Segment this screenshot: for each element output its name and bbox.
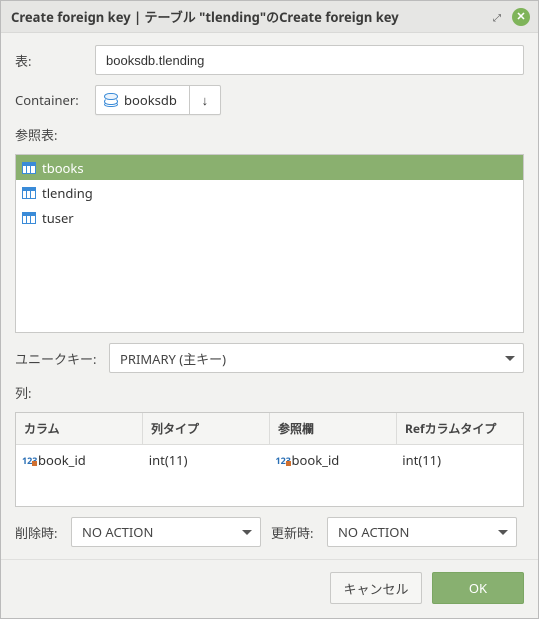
container-name: booksdb — [124, 91, 177, 109]
container-row: Container: booksdb ↓ — [15, 85, 524, 115]
dialog-footer: キャンセル OK — [1, 559, 538, 618]
th-column-type[interactable]: 列タイプ — [143, 413, 270, 444]
number-type-icon: 123 — [22, 456, 36, 465]
on-delete-value: NO ACTION — [82, 523, 153, 541]
table-icon — [22, 187, 36, 199]
label-columns: 列: — [15, 383, 524, 402]
th-ref-column-type[interactable]: Refカラムタイプ — [397, 413, 523, 444]
cell-column: 123 book_id — [16, 445, 143, 475]
database-icon — [104, 93, 118, 107]
cell-ref-column-text: book_id — [292, 451, 340, 469]
list-item[interactable]: tlending — [16, 180, 523, 205]
window-title: Create foreign key | テーブル "tlending"のCre… — [11, 7, 482, 26]
container-dropdown-button[interactable]: ↓ — [190, 86, 220, 114]
chevron-down-icon — [505, 356, 515, 361]
table-row[interactable]: 123 book_id int(11) 123 book_id int(11) — [16, 445, 523, 475]
unique-key-value: PRIMARY (主キー) — [120, 349, 226, 368]
list-item[interactable]: tbooks — [16, 155, 523, 180]
th-ref-column[interactable]: 参照欄 — [270, 413, 397, 444]
label-ref-table: 参照表: — [15, 125, 524, 144]
label-on-delete: 削除時: — [15, 523, 61, 542]
on-delete-combo[interactable]: NO ACTION — [71, 517, 261, 547]
th-column[interactable]: カラム — [16, 413, 143, 444]
list-item-label: tbooks — [42, 159, 84, 177]
chevron-down-icon — [242, 530, 252, 535]
on-update-value: NO ACTION — [338, 523, 409, 541]
cancel-button[interactable]: キャンセル — [330, 572, 422, 604]
dialog-content: 表: Container: booksdb ↓ 参照表: — [1, 33, 538, 559]
dialog-window: Create foreign key | テーブル "tlending"のCre… — [0, 0, 539, 619]
columns-table-header: カラム 列タイプ 参照欄 Refカラムタイプ — [16, 413, 523, 445]
chevron-down-icon — [498, 530, 508, 535]
list-item-label: tuser — [42, 209, 74, 227]
cell-ref-column: 123 book_id — [270, 445, 397, 475]
table-icon — [22, 212, 36, 224]
label-table: 表: — [15, 51, 85, 70]
fk-actions-row: 削除時: NO ACTION 更新時: NO ACTION — [15, 517, 524, 547]
ref-table-list[interactable]: tbooks tlending tuser — [15, 154, 524, 333]
number-type-icon: 123 — [276, 456, 290, 465]
table-row-field: 表: — [15, 45, 524, 75]
arrow-down-icon: ↓ — [202, 91, 209, 109]
unique-key-combo[interactable]: PRIMARY (主キー) — [109, 343, 524, 373]
list-item[interactable]: tuser — [16, 205, 523, 230]
label-on-update: 更新時: — [271, 523, 317, 542]
ok-button-label: OK — [469, 579, 487, 597]
container-picker: booksdb ↓ — [95, 85, 221, 115]
list-item-label: tlending — [42, 184, 93, 202]
cancel-button-label: キャンセル — [343, 579, 408, 598]
cell-ref-column-type: int(11) — [396, 445, 523, 475]
columns-table: カラム 列タイプ 参照欄 Refカラムタイプ 123 book_id int(1… — [15, 412, 524, 507]
label-unique-key: ユニークキー: — [15, 349, 99, 368]
container-select-button[interactable]: booksdb — [96, 86, 190, 114]
on-update-combo[interactable]: NO ACTION — [327, 517, 517, 547]
label-container: Container: — [15, 91, 85, 109]
titlebar: Create foreign key | テーブル "tlending"のCre… — [1, 1, 538, 33]
close-icon[interactable]: ✕ — [512, 8, 530, 26]
cell-column-text: book_id — [38, 451, 86, 469]
cell-column-type: int(11) — [143, 445, 270, 475]
table-icon — [22, 162, 36, 174]
unique-key-row: ユニークキー: PRIMARY (主キー) — [15, 343, 524, 373]
maximize-icon[interactable]: ⤢ — [488, 8, 506, 26]
ok-button[interactable]: OK — [432, 572, 524, 604]
table-input[interactable] — [95, 45, 524, 75]
